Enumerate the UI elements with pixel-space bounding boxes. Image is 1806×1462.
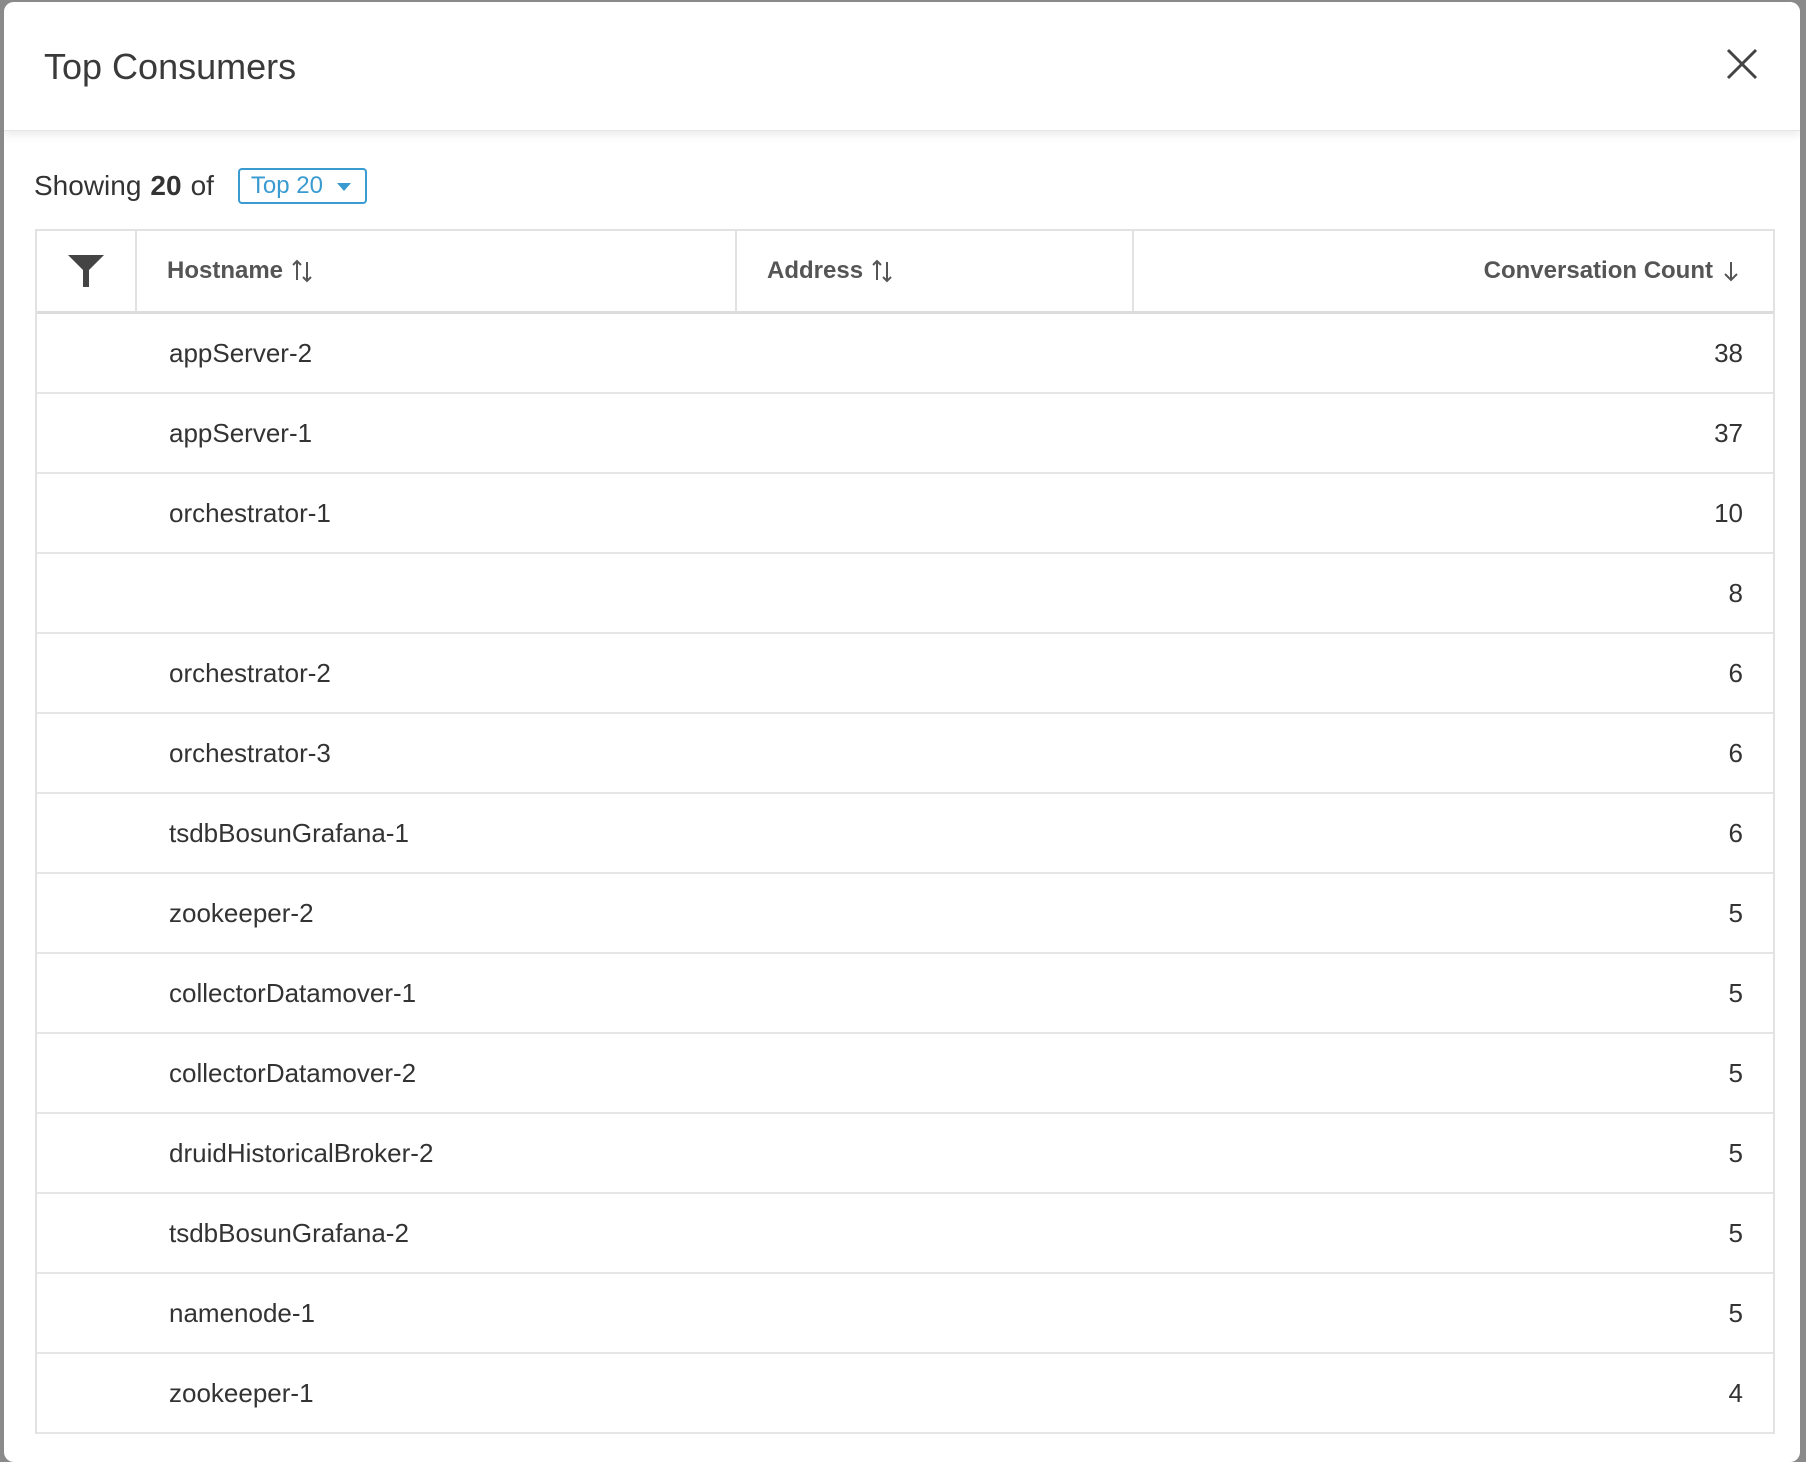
conversation-count-cell: 5 <box>1728 1137 1743 1168</box>
hostname-cell: appServer-2 <box>169 337 313 368</box>
conversation-count-cell: 6 <box>1728 817 1743 848</box>
table-row[interactable]: namenode-1 5 <box>37 1274 1773 1354</box>
conversation-count-cell: 38 <box>1714 337 1743 368</box>
conversation-count-cell: 5 <box>1728 1217 1743 1248</box>
filter-icon <box>68 255 104 287</box>
hostname-cell: collectorDatamover-1 <box>169 977 417 1008</box>
table-row[interactable]: collectorDatamover-2 5 <box>37 1034 1773 1114</box>
sort-both-icon <box>292 259 312 283</box>
top-n-dropdown[interactable]: Top 20 <box>237 168 367 204</box>
hostname-cell: collectorDatamover-2 <box>169 1057 417 1088</box>
conversation-count-cell: 5 <box>1728 1057 1743 1088</box>
table-row[interactable]: tsdbBosunGrafana-1 6 <box>37 794 1773 874</box>
hostname-cell: orchestrator-2 <box>169 657 331 688</box>
table-row[interactable]: orchestrator-1 10 <box>37 474 1773 554</box>
address-header-label: Address <box>767 257 864 284</box>
modal-header: Top Consumers <box>4 2 1800 131</box>
conversation-count-cell: 5 <box>1728 1297 1743 1328</box>
table-row[interactable]: orchestrator-2 6 <box>37 634 1773 714</box>
conversation-count-cell: 5 <box>1728 897 1743 928</box>
hostname-cell: tsdbBosunGrafana-1 <box>169 817 409 848</box>
showing-summary: Showing 20 of Top 20 <box>34 166 367 206</box>
conversation-count-cell: 4 <box>1728 1377 1743 1408</box>
modal-title: Top Consumers <box>44 46 297 87</box>
consumers-table: Hostname Address Conversation Count appS… <box>35 229 1775 1434</box>
showing-label: Showing <box>34 170 142 201</box>
caret-down-icon <box>336 183 351 191</box>
table-row[interactable]: zookeeper-1 4 <box>37 1354 1773 1434</box>
table-row[interactable]: appServer-1 37 <box>37 394 1773 474</box>
sort-descending-icon <box>1724 262 1738 282</box>
hostname-header-label: Hostname <box>167 257 284 284</box>
hostname-cell: namenode-1 <box>169 1297 315 1328</box>
close-icon <box>1726 48 1758 80</box>
filter-column-header[interactable] <box>37 231 137 311</box>
conversation-count-cell: 10 <box>1714 497 1743 528</box>
conversation-count-cell: 8 <box>1728 577 1743 608</box>
table-row[interactable]: collectorDatamover-1 5 <box>37 954 1773 1034</box>
top-consumers-modal: Top Consumers Showing 20 of Top 20 Hostn… <box>4 2 1800 1462</box>
showing-count: 20 <box>150 170 182 201</box>
top-n-value: Top 20 <box>250 172 323 199</box>
conversation-count-cell: 37 <box>1714 417 1743 448</box>
hostname-cell: tsdbBosunGrafana-2 <box>169 1217 409 1248</box>
address-column-header[interactable]: Address <box>737 231 1134 311</box>
conversation-count-cell: 5 <box>1728 977 1743 1008</box>
table-row[interactable]: 8 <box>37 554 1773 634</box>
hostname-column-header[interactable]: Hostname <box>137 231 737 311</box>
table-row[interactable]: orchestrator-3 6 <box>37 714 1773 794</box>
conversation-count-column-header[interactable]: Conversation Count <box>1134 231 1773 311</box>
table-row[interactable]: appServer-2 38 <box>37 314 1773 394</box>
close-button[interactable] <box>1724 46 1764 86</box>
table-row[interactable]: tsdbBosunGrafana-2 5 <box>37 1194 1773 1274</box>
conversation-count-header-label: Conversation Count <box>1483 257 1713 284</box>
hostname-cell: orchestrator-1 <box>169 497 331 528</box>
of-label: of <box>190 170 214 201</box>
hostname-cell: druidHistoricalBroker-2 <box>169 1137 434 1168</box>
table-header: Hostname Address Conversation Count <box>37 231 1773 314</box>
hostname-cell: appServer-1 <box>169 417 313 448</box>
hostname-cell: zookeeper-1 <box>169 1377 314 1408</box>
sort-both-icon <box>872 259 892 283</box>
table-row[interactable]: druidHistoricalBroker-2 5 <box>37 1114 1773 1194</box>
conversation-count-cell: 6 <box>1728 657 1743 688</box>
conversation-count-cell: 6 <box>1728 737 1743 768</box>
hostname-cell: orchestrator-3 <box>169 737 331 768</box>
hostname-cell: zookeeper-2 <box>169 897 314 928</box>
table-row[interactable]: zookeeper-2 5 <box>37 874 1773 954</box>
table-body: appServer-2 38 appServer-1 37 orchestrat… <box>37 314 1773 1434</box>
